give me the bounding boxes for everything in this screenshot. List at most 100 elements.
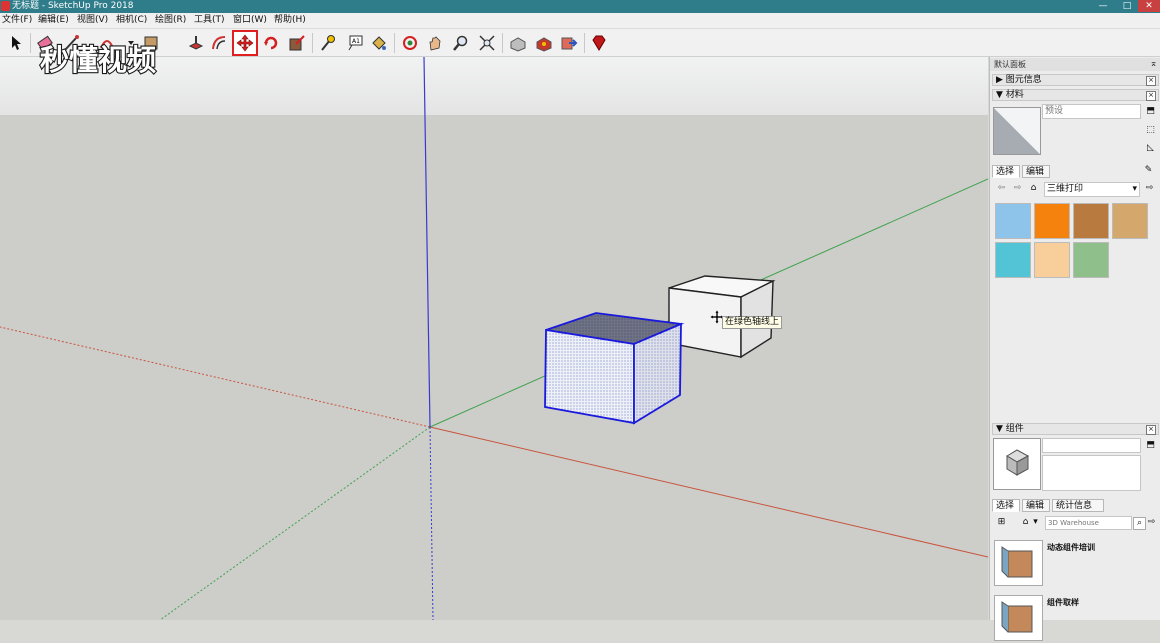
sketchup-app-icon xyxy=(1,1,10,11)
extension-warehouse-tool-icon[interactable] xyxy=(533,32,555,54)
menu-help[interactable]: 帮助(H) xyxy=(274,14,306,27)
material-swatch[interactable] xyxy=(1073,242,1109,278)
triangle-right-icon: ▶ xyxy=(996,75,1003,85)
toolbar-separator xyxy=(584,33,585,53)
component-options-icon[interactable]: ⬒ xyxy=(1145,440,1156,451)
menu-window[interactable]: 窗口(W) xyxy=(233,14,267,27)
title-bar: 无标题 - SketchUp Pro 2018 — □ ✕ xyxy=(0,0,1160,13)
model-viewport[interactable]: 在绿色轴线上 xyxy=(0,57,988,620)
pin-icon[interactable]: ⌅ xyxy=(1148,59,1159,70)
search-icon[interactable]: ⌕ xyxy=(1133,517,1146,530)
blue-axis-line xyxy=(423,57,431,428)
eyedropper-icon[interactable]: ✎ xyxy=(1143,165,1154,176)
entity-info-header[interactable]: ▶ 图元信息 × xyxy=(992,74,1159,86)
menu-tools[interactable]: 工具(T) xyxy=(194,14,225,27)
layout-send-tool-icon[interactable] xyxy=(558,32,580,54)
menu-file[interactable]: 文件(F) xyxy=(2,14,32,27)
material-swatch[interactable] xyxy=(1034,242,1070,278)
material-swatch[interactable] xyxy=(995,203,1031,239)
triangle-down-icon: ▼ xyxy=(996,424,1003,434)
rotate-tool-icon[interactable] xyxy=(260,32,282,54)
menu-view[interactable]: 视图(V) xyxy=(77,14,108,27)
menu-bar: 文件(F) 编辑(E) 视图(V) 相机(C) 绘图(R) 工具(T) 窗口(W… xyxy=(0,13,1160,29)
move-tool-icon[interactable] xyxy=(232,30,258,56)
details-arrow-icon[interactable]: ⇨ xyxy=(1146,517,1157,528)
material-name-field[interactable]: 预设 xyxy=(1042,104,1141,119)
tab-edit[interactable]: 编辑 xyxy=(1022,165,1050,178)
home-icon[interactable]: ⌂ xyxy=(1028,183,1039,194)
component-title[interactable]: 组件取样 xyxy=(1047,597,1079,608)
svg-text:A1: A1 xyxy=(352,38,360,45)
default-tray: 默认面板 ⌅ ▶ 图元信息 × ▼ 材料 × 预设 ⬒ ⬚ ◺ 选择 编辑 ✎ … xyxy=(989,57,1160,641)
pan-tool-icon[interactable] xyxy=(424,32,446,54)
component-thumbnail[interactable] xyxy=(994,595,1043,641)
toolbar-separator xyxy=(30,33,31,53)
components-header[interactable]: ▼ 组件 × xyxy=(992,423,1159,435)
zoom-tool-icon[interactable] xyxy=(450,32,472,54)
red-axis-dashed xyxy=(0,326,431,428)
triangle-down-icon: ▼ xyxy=(996,90,1003,100)
entity-info-label: 图元信息 xyxy=(1005,75,1042,85)
tray-title: 默认面板 xyxy=(990,58,1160,71)
sample-paint-icon[interactable]: ⬚ xyxy=(1145,125,1156,136)
component-preview xyxy=(993,438,1041,490)
back-arrow-icon[interactable]: ⇦ xyxy=(996,183,1007,194)
orbit-tool-icon[interactable] xyxy=(399,32,421,54)
blue-axis-dashed xyxy=(429,426,434,620)
green-axis-dashed xyxy=(159,426,431,620)
material-swatch[interactable] xyxy=(1034,203,1070,239)
component-name-field[interactable] xyxy=(1042,438,1141,453)
maximize-button[interactable]: □ xyxy=(1116,0,1138,12)
chevron-down-icon: ▾ xyxy=(1132,184,1137,194)
toolbar-separator xyxy=(394,33,395,53)
components-label: 组件 xyxy=(1005,424,1024,434)
warehouse-search-input[interactable]: 3D Warehouse xyxy=(1045,516,1132,530)
tab-edit[interactable]: 编辑 xyxy=(1022,499,1050,512)
component-title[interactable]: 动态组件培训 xyxy=(1047,542,1095,553)
menu-camera[interactable]: 相机(C) xyxy=(116,14,147,27)
menu-draw[interactable]: 绘图(R) xyxy=(155,14,186,27)
material-swatch[interactable] xyxy=(1073,203,1109,239)
window-title: 无标题 - SketchUp Pro 2018 xyxy=(12,1,134,11)
menu-edit[interactable]: 编辑(E) xyxy=(38,14,69,27)
chevron-down-icon[interactable]: ▾ xyxy=(1030,517,1041,528)
component-description-field[interactable] xyxy=(1042,455,1141,491)
logo-text: 秒懂视频 xyxy=(40,43,156,77)
component-thumbnail[interactable] xyxy=(994,540,1043,586)
toolbar-separator xyxy=(502,33,503,53)
materials-header[interactable]: ▼ 材料 × xyxy=(992,89,1159,101)
red-axis-line xyxy=(429,426,988,558)
forward-arrow-icon[interactable]: ⇨ xyxy=(1012,183,1023,194)
default-material-icon[interactable]: ◺ xyxy=(1145,143,1156,154)
close-icon[interactable]: × xyxy=(1146,91,1156,101)
materials-label: 材料 xyxy=(1005,90,1024,100)
miaodong-logo: 秒懂视频 xyxy=(39,42,157,78)
zoom-extents-tool-icon[interactable] xyxy=(476,32,498,54)
scene-canvas xyxy=(0,57,988,620)
text-tool-icon[interactable]: A1 xyxy=(344,32,366,54)
scale-tool-icon[interactable] xyxy=(286,32,308,54)
close-icon[interactable]: × xyxy=(1146,425,1156,435)
tab-statistics[interactable]: 统计信息 xyxy=(1052,499,1104,512)
material-swatch[interactable] xyxy=(1112,203,1148,239)
material-preview xyxy=(993,107,1041,155)
minimize-button[interactable]: — xyxy=(1092,0,1114,12)
material-swatch[interactable] xyxy=(995,242,1031,278)
selected-box[interactable] xyxy=(544,312,685,425)
close-icon[interactable]: × xyxy=(1146,76,1156,86)
ruby-console-icon[interactable] xyxy=(588,32,610,54)
tape-measure-tool-icon[interactable] xyxy=(316,32,338,54)
close-button[interactable]: ✕ xyxy=(1138,0,1160,12)
collection-label: 三维打印 xyxy=(1047,184,1084,194)
toolbar-separator xyxy=(312,33,313,53)
details-arrow-icon[interactable]: ⇨ xyxy=(1144,183,1155,194)
paint-bucket-tool-icon[interactable] xyxy=(368,32,390,54)
create-material-icon[interactable]: ⬒ xyxy=(1145,106,1156,117)
view-options-icon[interactable]: ⊞ xyxy=(996,517,1007,528)
3d-warehouse-tool-icon[interactable] xyxy=(507,32,529,54)
tab-select[interactable]: 选择 xyxy=(992,165,1020,178)
select-tool-icon[interactable] xyxy=(5,32,27,54)
tab-select[interactable]: 选择 xyxy=(992,499,1020,512)
inference-tooltip: 在绿色轴线上 xyxy=(722,316,783,329)
collection-dropdown[interactable]: 三维打印 ▾ xyxy=(1044,182,1140,197)
